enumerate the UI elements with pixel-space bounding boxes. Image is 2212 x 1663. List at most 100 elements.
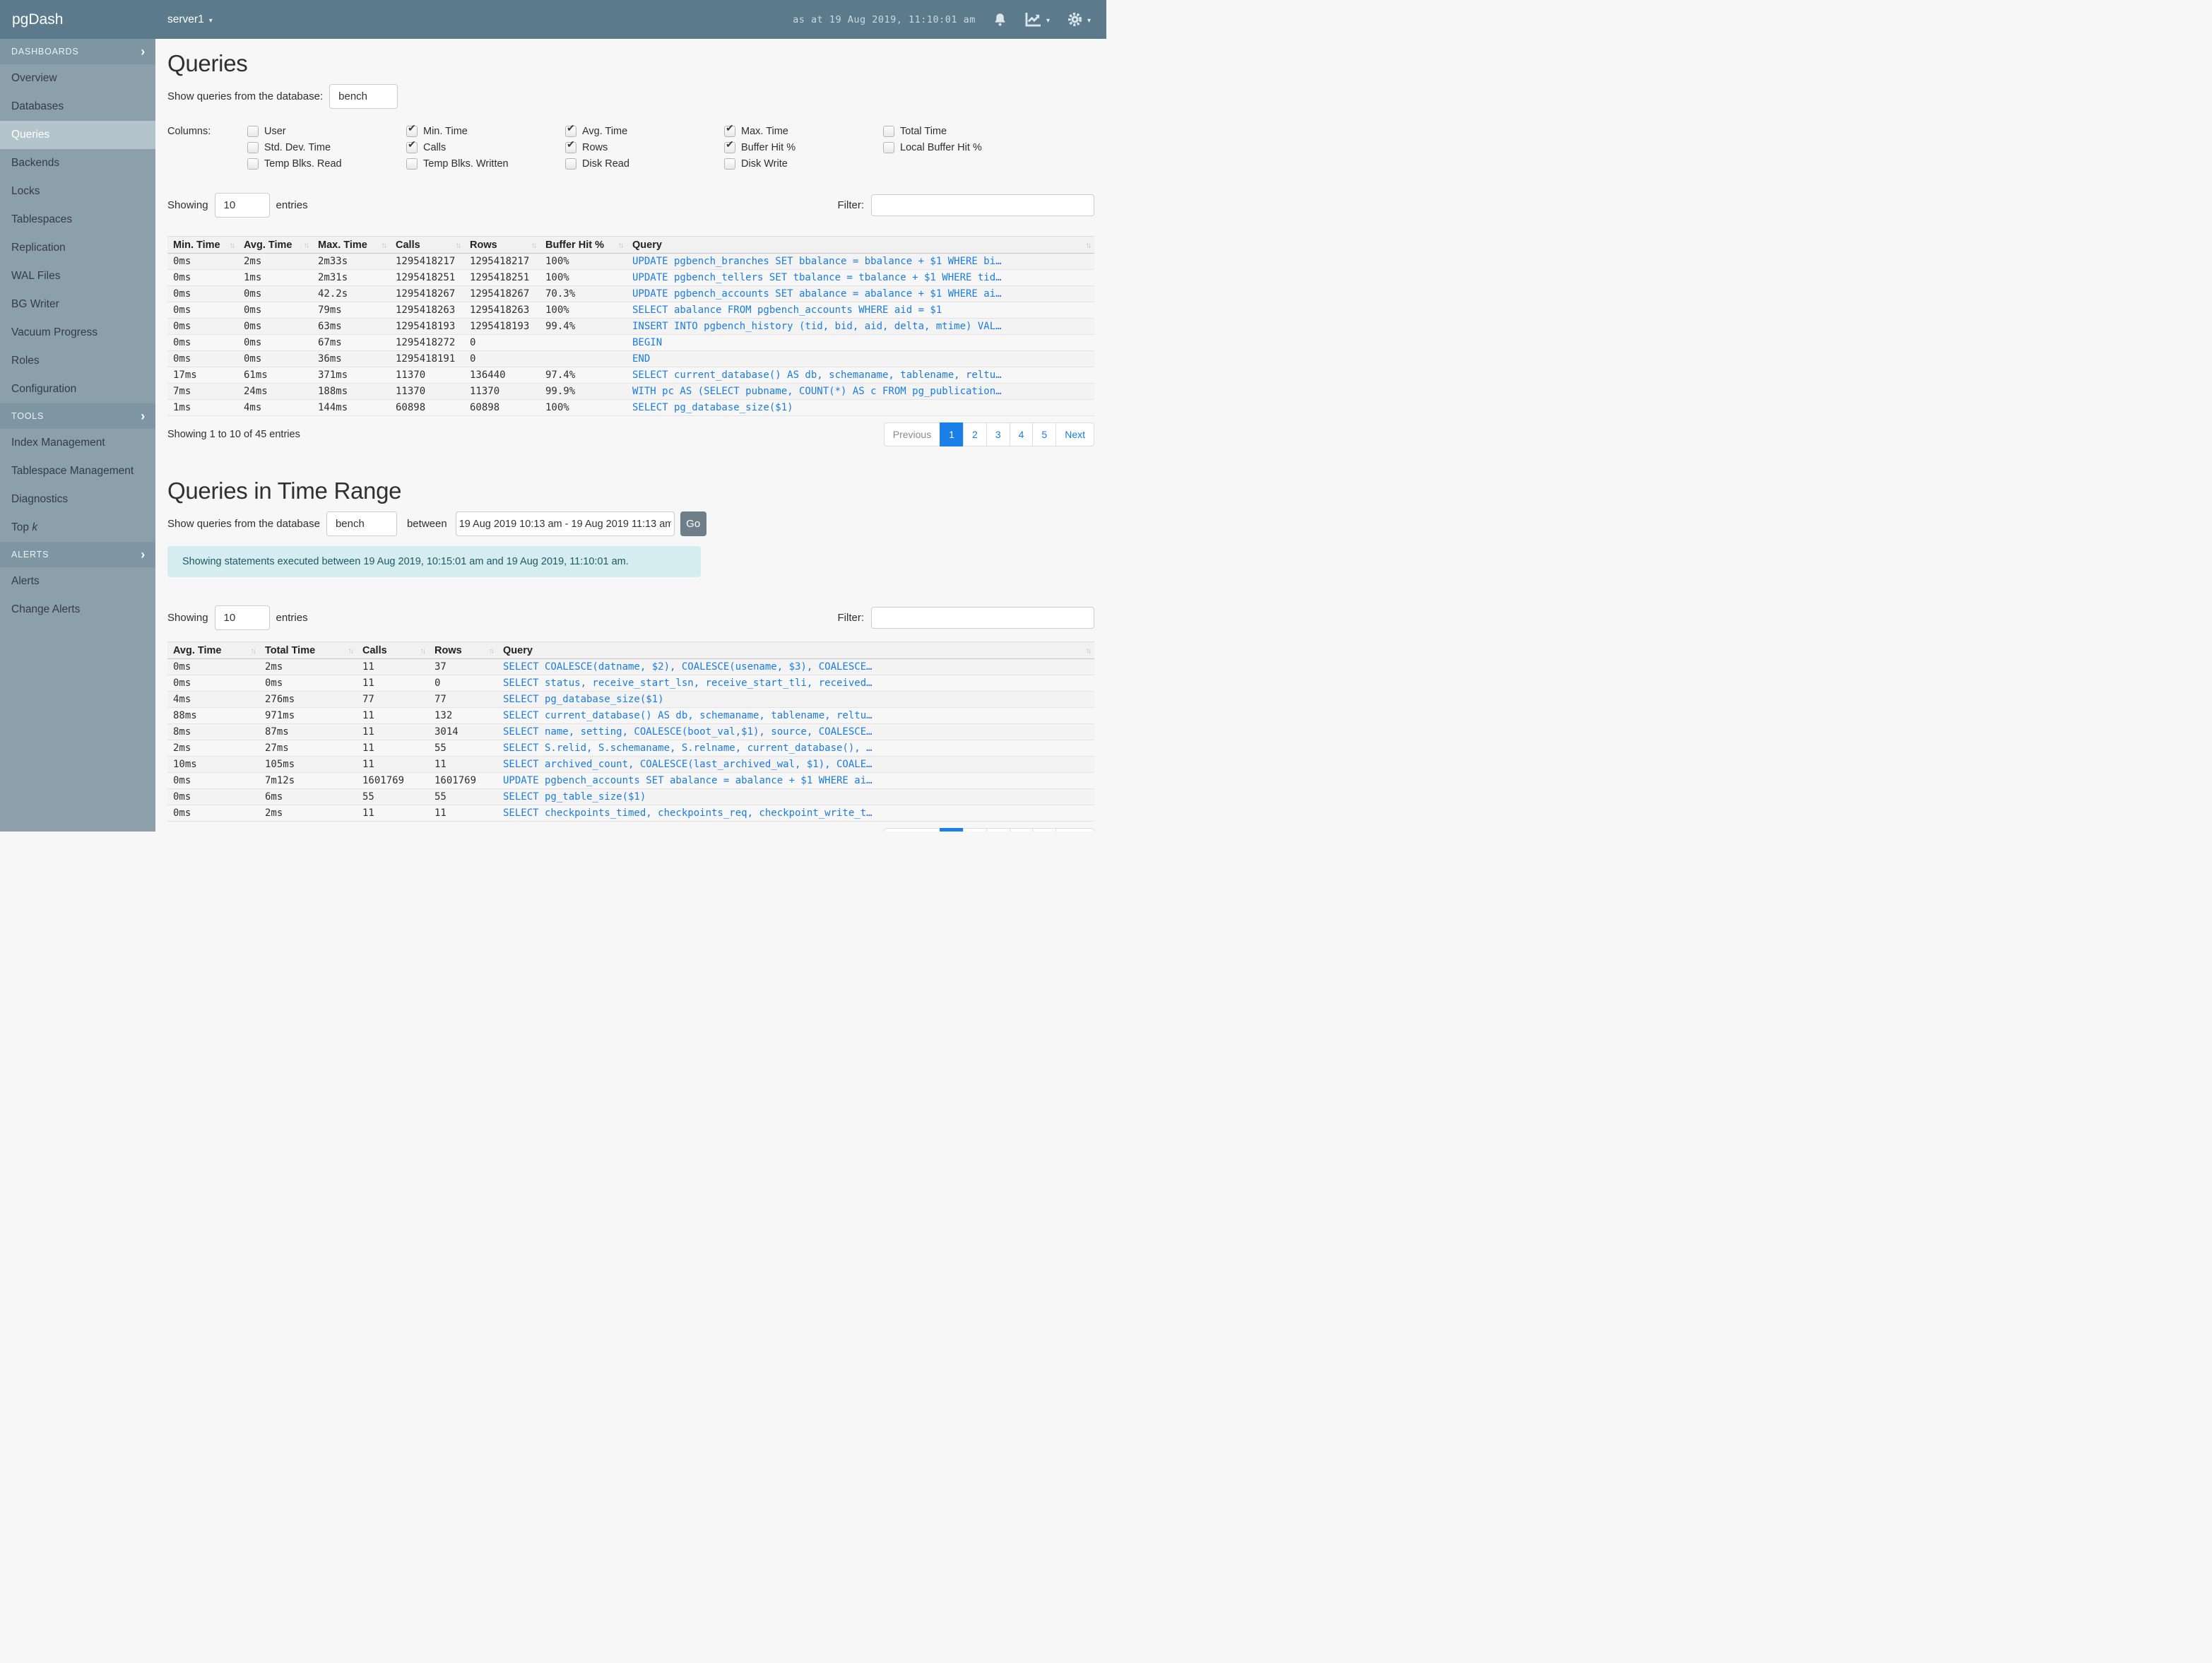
settings-menu-button[interactable] [1067,11,1091,28]
column-header[interactable]: Calls [357,641,429,659]
column-checkbox[interactable]: Local Buffer Hit % [883,142,982,153]
query-link[interactable]: UPDATE pgbench_branches SET bbalance = b… [632,256,1002,267]
notifications-button[interactable] [993,12,1007,28]
column-checkbox[interactable]: Max. Time [724,122,883,137]
sidebar-item[interactable]: Index Management [0,429,155,457]
page-button[interactable]: Previous [883,828,941,832]
page-button[interactable]: 2 [963,422,987,446]
column-header[interactable]: Query [497,641,1094,659]
sidebar-header-alerts[interactable]: ALERTS [0,542,155,567]
sort-icon[interactable] [531,239,536,250]
filter-input[interactable] [871,607,1094,629]
sidebar-item[interactable]: Roles [0,347,155,375]
page-button[interactable]: 4 [1009,828,1034,832]
column-header[interactable]: Rows [429,641,497,659]
column-header[interactable]: Rows [464,236,540,254]
query-link[interactable]: SELECT S.relid, S.schemaname, S.relname,… [503,742,873,754]
sort-icon[interactable] [348,644,353,656]
charts-menu-button[interactable] [1024,12,1050,27]
query-link[interactable]: SELECT name, setting, COALESCE(boot_val,… [503,726,873,738]
sort-icon[interactable] [1086,239,1091,250]
column-checkbox[interactable]: Rows [565,138,724,153]
sidebar-item[interactable]: Replication [0,234,155,262]
entries-count-input[interactable] [214,193,270,218]
sort-icon[interactable] [382,239,386,250]
page-button[interactable]: 3 [986,828,1010,832]
sidebar-item[interactable]: Backends [0,149,155,177]
sidebar-header-dashboards[interactable]: DASHBOARDS [0,39,155,64]
column-checkbox[interactable]: Total Time [883,126,982,137]
sidebar-item[interactable]: Alerts [0,567,155,596]
column-checkbox[interactable]: Temp Blks. Read [247,158,406,170]
database-input[interactable] [326,511,397,536]
query-link[interactable]: SELECT current_database() AS db, scheman… [632,369,1002,381]
page-button[interactable]: 2 [963,828,987,832]
column-checkbox[interactable]: User [247,126,406,137]
column-header[interactable]: Avg. Time [238,236,312,254]
app-logo[interactable]: pgDash [0,11,155,28]
query-link[interactable]: SELECT archived_count, COALESCE(last_arc… [503,759,873,770]
sort-icon[interactable] [420,644,425,656]
sidebar-item[interactable]: BG Writer [0,290,155,319]
page-button[interactable]: 5 [1032,422,1057,446]
sidebar-item[interactable]: Tablespace Management [0,457,155,485]
page-button[interactable]: Previous [883,422,941,446]
sidebar-item[interactable]: Diagnostics [0,485,155,514]
column-header[interactable]: Total Time [259,641,357,659]
entries-count-input[interactable] [214,605,270,630]
query-link[interactable]: SELECT pg_database_size($1) [632,402,793,413]
sidebar-item[interactable]: Databases [0,93,155,121]
sidebar-item[interactable]: Change Alerts [0,596,155,624]
column-header[interactable]: Buffer Hit % [540,236,627,254]
page-button[interactable]: 3 [986,422,1010,446]
column-checkbox[interactable]: Temp Blks. Written [406,158,565,170]
sort-icon[interactable] [1086,644,1091,656]
column-checkbox[interactable]: Std. Dev. Time [247,142,406,153]
query-link[interactable]: SELECT status, receive_start_lsn, receiv… [503,677,873,689]
sidebar-item[interactable]: WAL Files [0,262,155,290]
column-header[interactable]: Max. Time [312,236,390,254]
page-button[interactable]: Next [1055,828,1094,832]
sidebar-item[interactable]: Configuration [0,375,155,403]
column-header[interactable]: Min. Time [167,236,238,254]
query-link[interactable]: SELECT pg_database_size($1) [503,694,664,705]
sidebar-item[interactable]: Vacuum Progress [0,319,155,347]
query-link[interactable]: SELECT pg_table_size($1) [503,791,646,803]
query-link[interactable]: UPDATE pgbench_accounts SET abalance = a… [503,775,873,786]
page-button[interactable]: 1 [940,422,964,446]
column-header[interactable]: Query [627,236,1094,254]
sort-icon[interactable] [489,644,494,656]
query-link[interactable]: WITH pc AS (SELECT pubname, COUNT(*) AS … [632,386,1002,397]
query-link[interactable]: SELECT current_database() AS db, scheman… [503,710,873,721]
column-checkbox[interactable]: Disk Write [724,158,883,170]
sidebar-item[interactable]: Queries [0,121,155,149]
column-header[interactable]: Calls [390,236,464,254]
filter-input[interactable] [871,194,1094,216]
sort-icon[interactable] [456,239,461,250]
query-link[interactable]: SELECT COALESCE(datname, $2), COALESCE(u… [503,661,873,673]
page-button[interactable]: 4 [1009,422,1034,446]
query-link[interactable]: SELECT abalance FROM pgbench_accounts WH… [632,304,942,316]
column-header[interactable]: Avg. Time [167,641,259,659]
query-link[interactable]: UPDATE pgbench_tellers SET tbalance = tb… [632,272,1002,283]
sidebar-item[interactable]: Top k [0,514,155,542]
sort-icon[interactable] [251,644,256,656]
column-checkbox[interactable]: Disk Read [565,158,724,170]
column-checkbox[interactable]: Avg. Time [565,122,724,137]
sidebar-item[interactable]: Tablespaces [0,206,155,234]
query-link[interactable]: INSERT INTO pgbench_history (tid, bid, a… [632,321,1002,332]
sidebar-item[interactable]: Locks [0,177,155,206]
page-button[interactable]: Next [1055,422,1094,446]
column-checkbox[interactable]: Buffer Hit % [724,138,883,153]
server-selector[interactable]: server1 [167,13,213,26]
column-checkbox[interactable]: Calls [406,138,565,153]
sort-icon[interactable] [304,239,309,250]
sidebar-item[interactable]: Overview [0,64,155,93]
query-link[interactable]: SELECT checkpoints_timed, checkpoints_re… [503,807,873,819]
database-input[interactable] [329,84,398,109]
page-button[interactable]: 1 [940,828,964,832]
query-link[interactable]: UPDATE pgbench_accounts SET abalance = a… [632,288,1002,300]
page-button[interactable]: 5 [1032,828,1057,832]
go-button[interactable]: Go [680,511,706,536]
sort-icon[interactable] [618,239,623,250]
